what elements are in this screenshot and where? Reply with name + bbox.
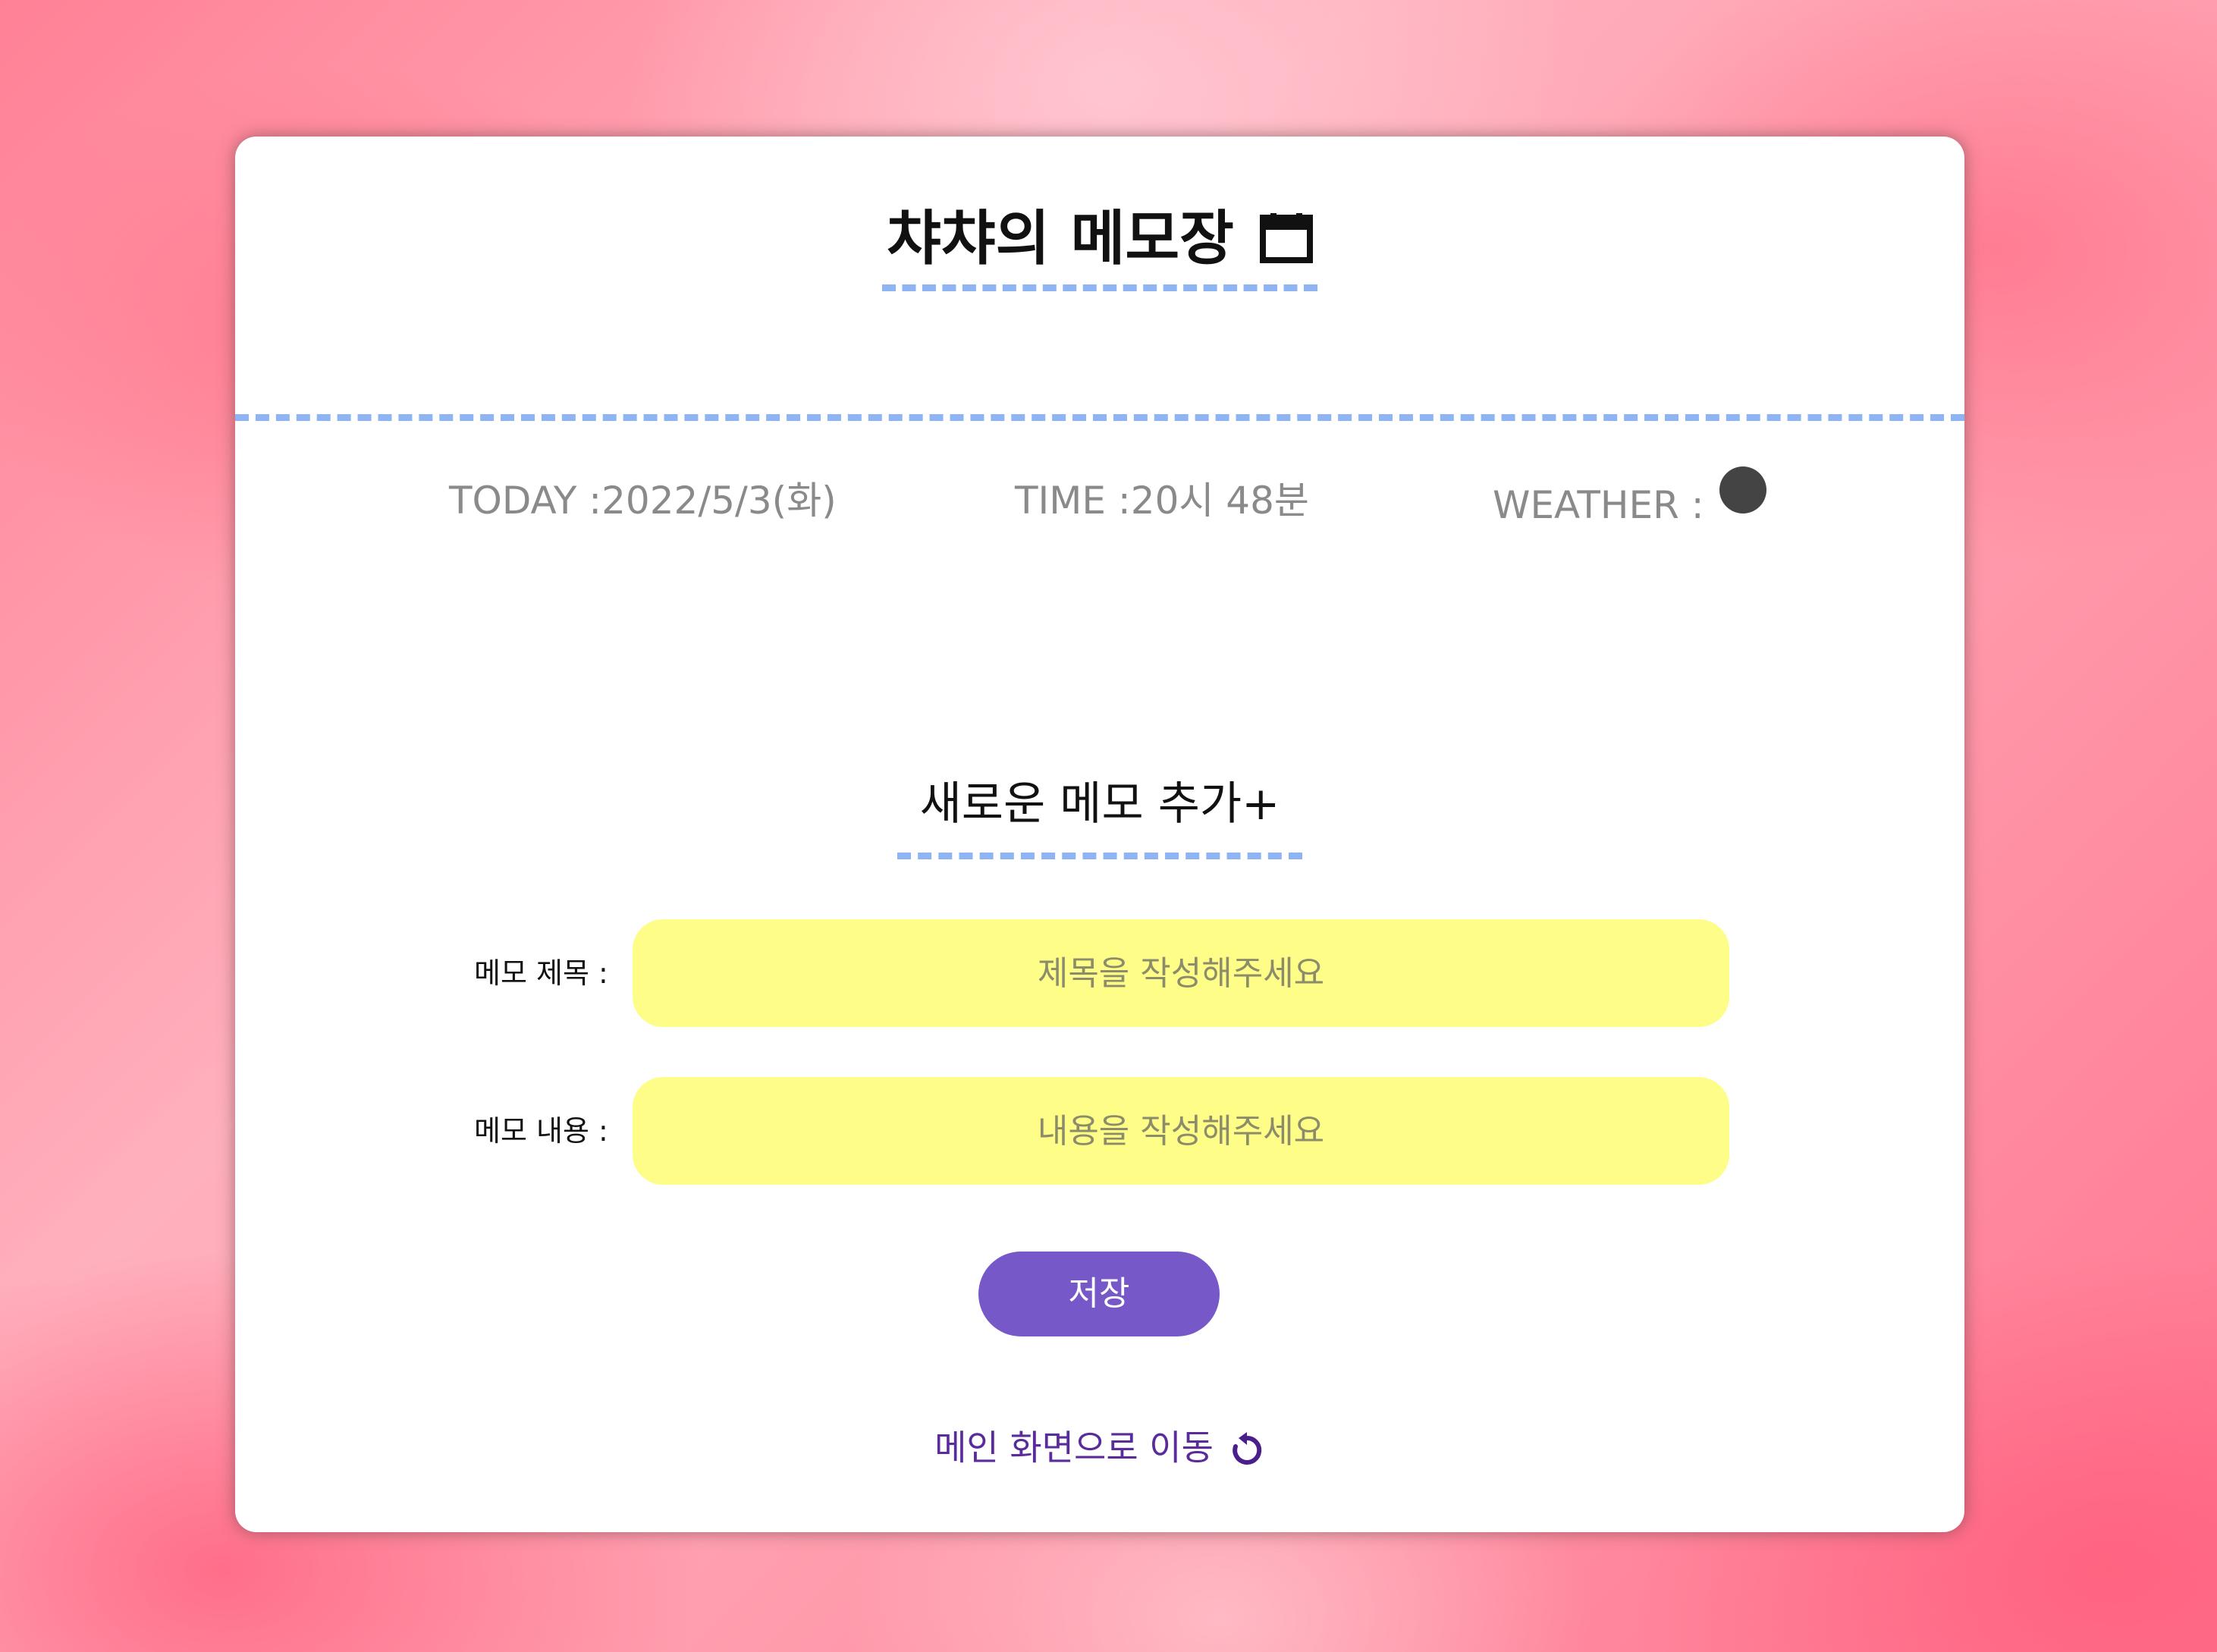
header: 챠챠의 메모장 TODAY :2022/5/3(화) TIME :20시 48분… xyxy=(235,137,1964,527)
refresh-icon xyxy=(1229,1430,1265,1466)
section-title-wrap: 새로운 메모 추가+ xyxy=(235,774,1964,859)
memo-content-row: 메모 내용 : xyxy=(235,1077,1964,1185)
calendar-icon xyxy=(1259,213,1313,263)
time-label: TIME : xyxy=(1015,479,1131,523)
memo-card: 챠챠의 메모장 TODAY :2022/5/3(화) TIME :20시 48분… xyxy=(235,137,1964,1532)
today-label: TODAY : xyxy=(449,479,602,523)
time-value: 20시 48분 xyxy=(1130,479,1309,523)
title-wrap: 챠챠의 메모장 xyxy=(235,201,1964,291)
memo-content-input[interactable] xyxy=(633,1077,1729,1185)
weather-label: WEATHER : xyxy=(1493,483,1704,527)
save-button[interactable]: 저장 xyxy=(978,1252,1220,1336)
page-title: 챠챠의 메모장 xyxy=(882,201,1317,291)
weather-info: WEATHER : xyxy=(1493,466,1766,539)
weather-dot-icon xyxy=(1719,466,1766,514)
memo-title-input[interactable] xyxy=(633,919,1729,1027)
page-title-text: 챠챠의 메모장 xyxy=(887,205,1234,273)
today-value: 2022/5/3(화) xyxy=(601,479,837,523)
info-row: TODAY :2022/5/3(화) TIME :20시 48분 WEATHER… xyxy=(235,466,1964,535)
memo-title-row: 메모 제목 : xyxy=(235,919,1964,1027)
memo-content-label: 메모 내용 : xyxy=(474,1114,608,1148)
time-info: TIME :20시 48분 xyxy=(1015,466,1309,535)
today-info: TODAY :2022/5/3(화) xyxy=(449,466,837,535)
section-title: 새로운 메모 추가+ xyxy=(897,774,1303,859)
memo-title-label: 메모 제목 : xyxy=(474,956,608,990)
home-link-label: 메인 화면으로 이동 xyxy=(934,1427,1214,1468)
home-link[interactable]: 메인 화면으로 이동 xyxy=(235,1418,1964,1475)
